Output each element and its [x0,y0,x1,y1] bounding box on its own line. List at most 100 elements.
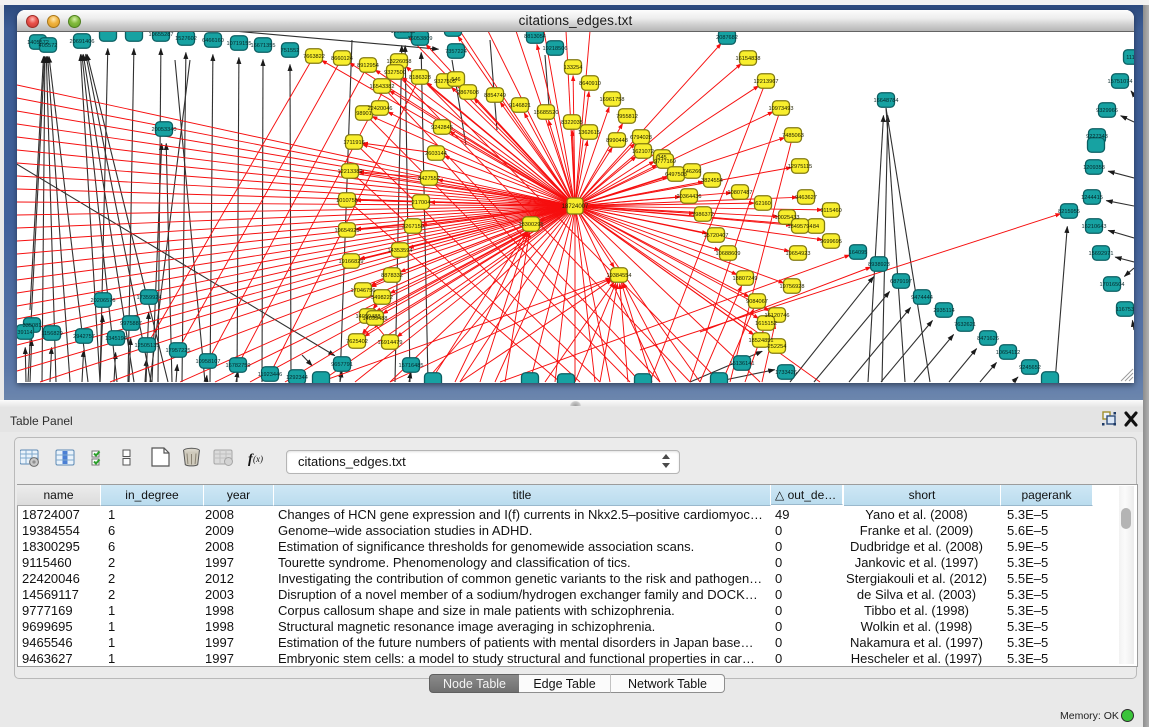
svg-text:15692971: 15692971 [1089,251,1114,257]
svg-text:7485063: 7485063 [782,133,804,139]
svg-text:16210643: 16210643 [1082,224,1107,230]
svg-text:335081: 335081 [23,323,42,329]
svg-text:1615152: 1615152 [755,321,777,327]
svg-text:20206576: 20206576 [91,298,116,304]
svg-text:9227343: 9227343 [1086,134,1108,140]
svg-text:1292344: 1292344 [286,375,308,381]
svg-text:15716485: 15716485 [399,363,424,369]
svg-text:546: 546 [451,77,460,83]
svg-text:8660124: 8660124 [331,56,353,62]
svg-text:5498222: 5498222 [371,295,393,301]
svg-text:18495794: 18495794 [788,224,813,230]
svg-text:8813054: 8813054 [524,34,546,40]
svg-text:16053809: 16053809 [408,36,433,42]
svg-text:19218506: 19218506 [543,46,568,52]
svg-text:9329966: 9329966 [1096,108,1118,114]
svg-text:10958107: 10958107 [196,359,221,365]
svg-text:252254: 252254 [768,344,787,350]
svg-text:8427552: 8427552 [418,176,440,182]
svg-text:15136141: 15136141 [730,361,755,367]
svg-text:19384554: 19384554 [607,273,632,279]
svg-text:16053809: 16053809 [391,32,416,35]
svg-text:62160: 62160 [755,201,771,207]
svg-text:2087682: 2087682 [716,35,738,41]
svg-text:405572: 405572 [39,43,58,49]
svg-text:8186328: 8186328 [409,75,431,81]
svg-text:9245652: 9245652 [1019,365,1041,371]
svg-text:7632621: 7632621 [954,322,976,328]
svg-text:12505135: 12505135 [135,343,160,349]
svg-text:8215955: 8215955 [1058,209,1080,215]
svg-text:8990448: 8990448 [606,138,628,144]
svg-text:8471626: 8471626 [977,336,999,342]
svg-text:20364436: 20364436 [677,194,702,200]
svg-text:1209358: 1209358 [1083,165,1105,171]
svg-text:1345194: 1345194 [105,336,127,342]
svg-text:16648784: 16648784 [874,98,899,104]
svg-text:9146821: 9146821 [509,103,531,109]
svg-text:9115460: 9115460 [820,208,841,214]
svg-text:3824554: 3824554 [701,178,723,184]
svg-text:18724007: 18724007 [562,204,589,210]
svg-text:1112: 1112 [1126,55,1134,61]
svg-text:1711916: 1711916 [343,140,364,146]
svg-text:6466160: 6466160 [202,38,224,44]
svg-text:7625402: 7625402 [346,339,368,345]
svg-text:9474444: 9474444 [911,295,933,301]
svg-text:16120746: 16120746 [765,313,790,319]
svg-text:8640910: 8640910 [579,81,601,87]
svg-text:2935114: 2935114 [933,308,954,314]
svg-text:8322035: 8322035 [561,120,583,126]
svg-text:10719155: 10719155 [227,41,252,47]
svg-text:16914479: 16914479 [378,340,403,346]
svg-text:2867608: 2867608 [457,90,479,96]
svg-text:22420046: 22420046 [368,106,393,112]
svg-text:9699695: 9699695 [820,239,842,245]
svg-text:18807249: 18807249 [733,276,758,282]
svg-text:7955812: 7955812 [616,114,638,120]
svg-text:164095: 164095 [849,250,868,256]
svg-text:8854749: 8854749 [484,93,506,99]
svg-text:7663822: 7663822 [303,54,325,60]
svg-text:11923446: 11923446 [258,372,282,378]
svg-text:1362615: 1362615 [578,130,600,136]
svg-text:1527602: 1527602 [175,36,197,42]
svg-text:19756928: 19756928 [780,284,805,290]
svg-text:1156829: 1156829 [41,331,62,337]
svg-text:84: 84 [813,224,819,230]
svg-text:6879197: 6879197 [890,279,912,285]
svg-text:16782759: 16782759 [226,363,251,369]
svg-text:19654925: 19654925 [335,228,360,234]
svg-text:12213389: 12213389 [338,169,363,175]
svg-text:3267150: 3267150 [402,224,424,230]
svg-text:217004: 217004 [412,200,431,206]
svg-text:16543382: 16543382 [370,84,395,90]
svg-text:9327500: 9327500 [384,70,406,76]
svg-text:133254: 133254 [564,65,583,71]
svg-text:10688609: 10688609 [716,251,741,257]
svg-text:18300295: 18300295 [519,222,544,228]
svg-text:17359924: 17359924 [137,295,162,301]
svg-text:12975115: 12975115 [788,164,812,170]
svg-text:14353594: 14353594 [388,248,413,254]
svg-text:1244415: 1244415 [1081,195,1103,201]
svg-text:6794028: 6794028 [630,135,652,141]
svg-text:19166829: 19166829 [339,259,364,265]
svg-text:20053340: 20053340 [152,127,177,133]
svg-text:16961758: 16961758 [600,97,625,103]
svg-text:17016504: 17016504 [1100,282,1125,288]
svg-text:8912954: 8912954 [357,63,379,69]
svg-text:751552: 751552 [281,48,300,54]
svg-text:1010755: 1010755 [336,198,358,204]
svg-text:9975887: 9975887 [120,321,142,327]
svg-text:16154838: 16154838 [736,56,761,62]
svg-text:12213967: 12213967 [754,79,779,85]
svg-text:746266: 746266 [683,169,702,175]
svg-text:16671355: 16671355 [251,43,276,49]
svg-text:9463627: 9463627 [795,195,817,201]
svg-text:15685520: 15685520 [534,110,559,116]
svg-text:17957225: 17957225 [166,348,191,354]
svg-text:8938923: 8938923 [868,262,890,268]
svg-text:15720407: 15720407 [704,233,729,239]
svg-text:10025433: 10025433 [775,215,800,221]
